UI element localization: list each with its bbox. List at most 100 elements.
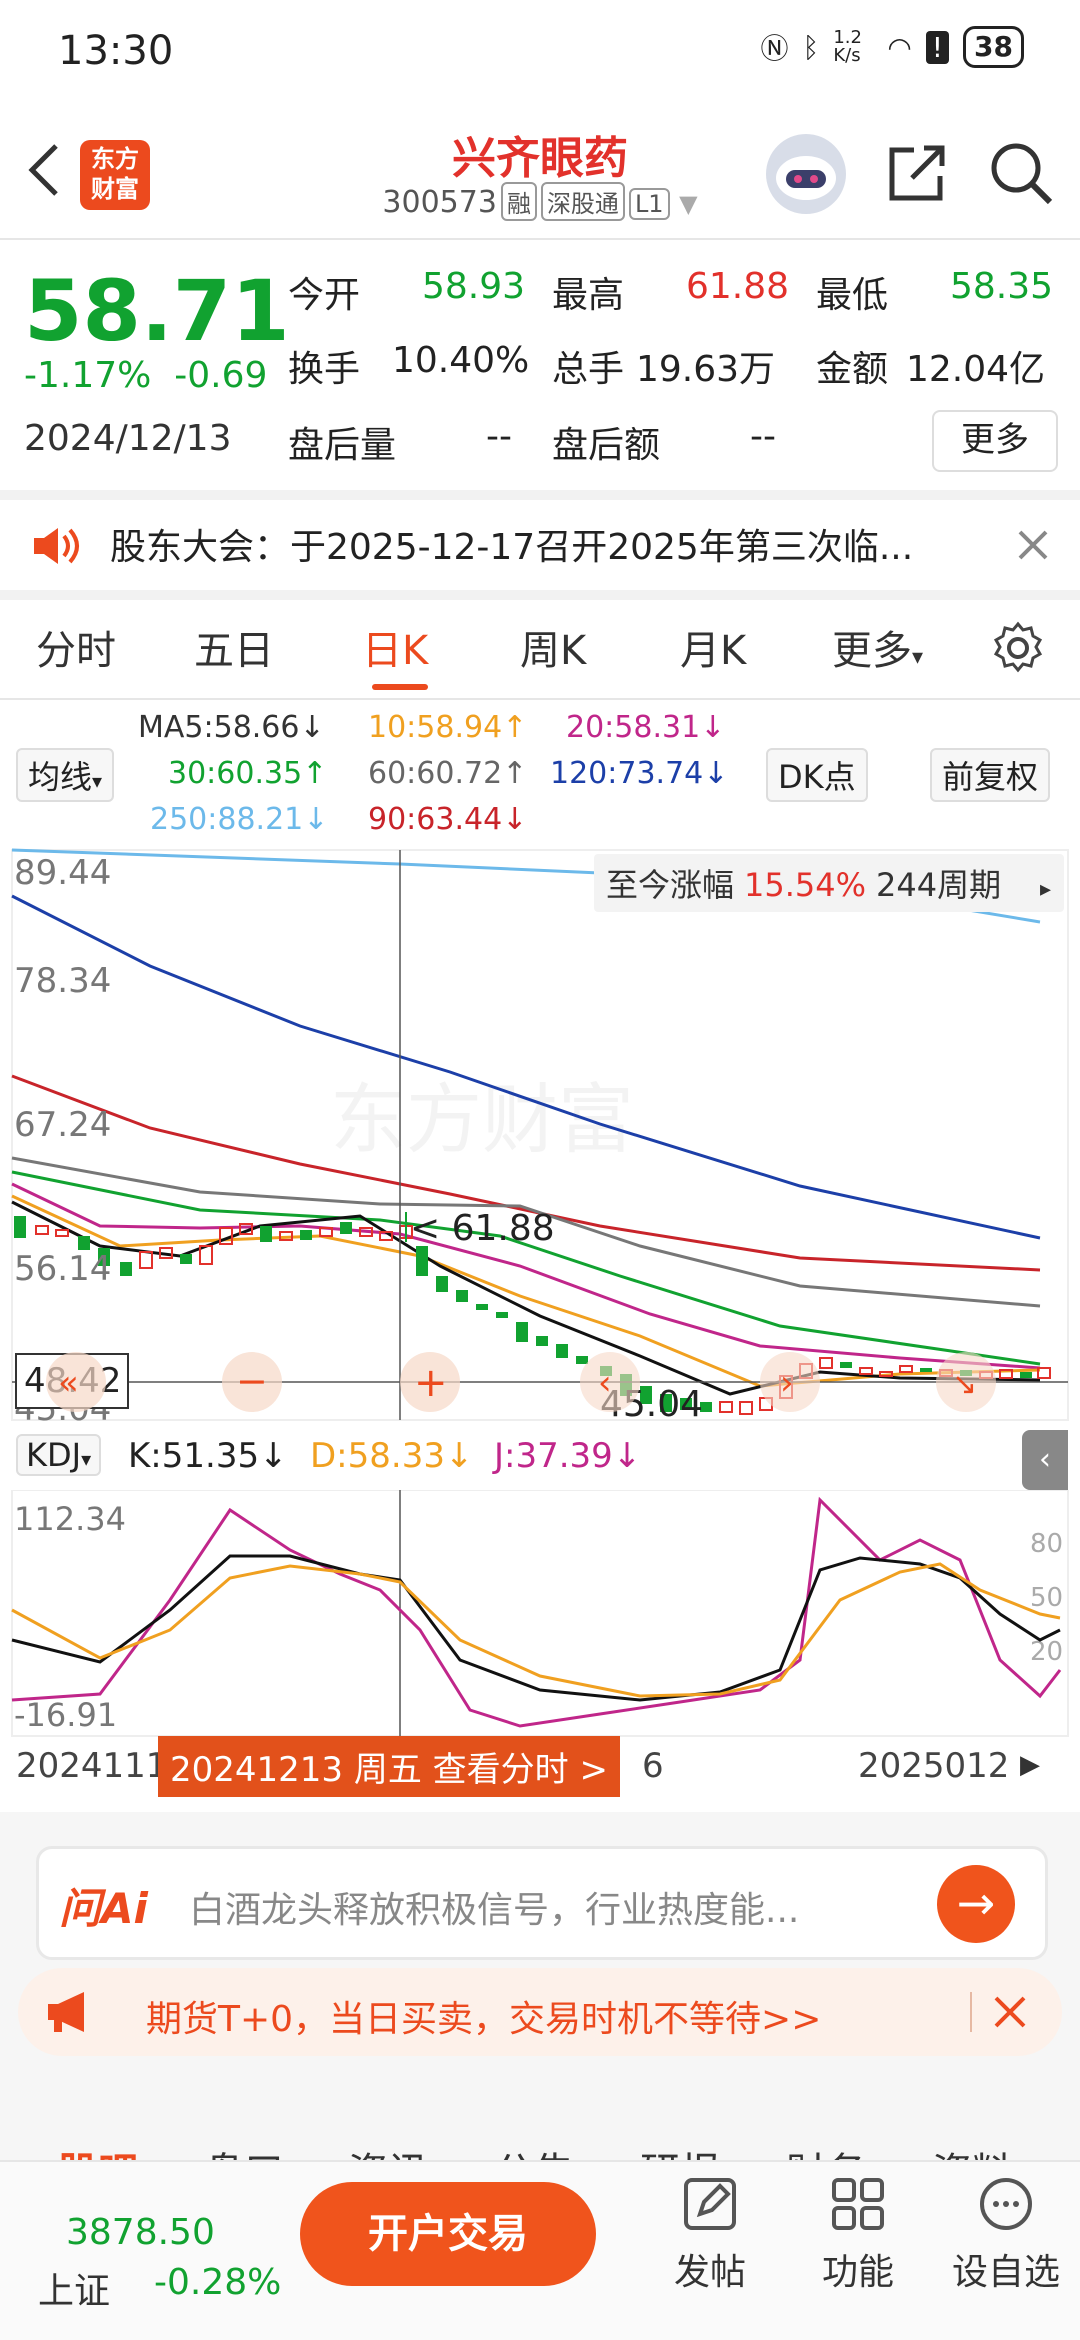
- double-chevron-left-icon: «: [58, 1363, 79, 1403]
- share-icon[interactable]: [884, 140, 950, 206]
- low-label: 最低: [816, 275, 889, 316]
- quote-date: 2024/12/13: [24, 418, 232, 459]
- tab-orderbook[interactable]: 盘口: [204, 2140, 284, 2160]
- tab-more-label: 更多: [832, 628, 912, 674]
- promo-banner[interactable]: 期货T+0，当日买卖，交易时机不等待>>: [18, 1968, 1062, 2056]
- plus-icon: +: [414, 1360, 448, 1406]
- chevron-right-icon[interactable]: ▶: [1020, 1750, 1040, 1780]
- assistant-avatar-icon[interactable]: [766, 134, 846, 214]
- tab-research[interactable]: 研报: [640, 2140, 720, 2160]
- tab-news[interactable]: 资讯: [348, 2140, 428, 2160]
- more-button[interactable]: 更多: [932, 410, 1058, 472]
- tab-forum[interactable]: 股吧: [58, 2140, 138, 2160]
- ma30-value: 30:60.35↑: [168, 756, 328, 791]
- net-speed: 1.2 K/s: [833, 27, 862, 66]
- notice-bar[interactable]: 股东大会：于2025-12-17召开2025年第三次临...: [0, 500, 1080, 590]
- tab-profile[interactable]: 资料: [932, 2140, 1012, 2160]
- bottom-bar: 3878.50 上证 -0.28% 开户交易 发帖 功能 设自选: [0, 2160, 1080, 2340]
- ai-submit-button[interactable]: →: [937, 1865, 1015, 1943]
- functions-button[interactable]: 功能: [798, 2174, 918, 2295]
- nfc-icon: Ⓝ: [760, 32, 789, 65]
- ma-selector[interactable]: 均线▾: [16, 748, 115, 802]
- tag-margin: 融: [500, 182, 537, 221]
- status-bar: 13:30 Ⓝ ᛒ 1.2 K/s ◠ ! 38: [0, 0, 1080, 100]
- divider: [0, 698, 1080, 700]
- kdj-y-bottom: -16.91: [14, 1696, 117, 1734]
- add-watchlist-label: 设自选: [951, 2252, 1060, 2293]
- promo-text: 期货T+0，当日买卖，交易时机不等待>>: [146, 1999, 822, 2040]
- speaker-icon: [34, 528, 79, 564]
- open-account-button[interactable]: 开户交易: [300, 2182, 596, 2286]
- tab-monthly-k[interactable]: 月K: [680, 618, 746, 676]
- chevron-down-icon: ▼: [679, 190, 698, 218]
- dk-button[interactable]: DK点: [766, 748, 868, 802]
- ma250-value: 250:88.21↓: [150, 802, 329, 837]
- add-watchlist-button[interactable]: 设自选: [946, 2174, 1066, 2295]
- caret-down-icon: ▾: [92, 769, 103, 793]
- tab-weekly-k[interactable]: 周K: [520, 618, 586, 676]
- y-label: 89.44: [14, 853, 111, 893]
- indicator-selector[interactable]: KDJ▾: [16, 1434, 102, 1476]
- adjust-button[interactable]: 前复权: [930, 748, 1051, 802]
- close-icon[interactable]: [992, 1994, 1028, 2030]
- stock-code: 300573: [382, 185, 497, 220]
- tab-financials[interactable]: 财务: [786, 2140, 866, 2160]
- divider: [0, 2160, 1080, 2162]
- tab-daily-k[interactable]: 日K: [362, 618, 428, 676]
- price-change: -1.17% -0.69: [24, 355, 267, 396]
- tag-connect: 深股通: [540, 182, 625, 221]
- index-value[interactable]: 3878.50: [66, 2212, 215, 2253]
- chevron-right-icon: ›: [780, 1363, 794, 1403]
- search-icon[interactable]: [988, 140, 1054, 206]
- tab-intraday[interactable]: 分时: [36, 618, 116, 676]
- tag-level: L1: [628, 188, 670, 220]
- after-vol-value: --: [486, 416, 512, 457]
- high-label: 最高: [552, 275, 625, 316]
- kdj-ref-80: 80: [1030, 1529, 1063, 1559]
- amount-value: 12.04亿: [906, 349, 1046, 390]
- more-dots-icon: [980, 2178, 1032, 2230]
- indicator-selector-label: KDJ: [26, 1436, 82, 1474]
- ai-search-bar[interactable]: 问Ai 白酒龙头释放积极信号，行业热度能... →: [36, 1846, 1048, 1960]
- ma90-value: 90:63.44↓: [368, 802, 528, 837]
- range-badge-text: 至今涨幅 15.54% 244周期: [606, 866, 1001, 904]
- after-amt-label: 盘后额: [552, 425, 661, 466]
- gear-icon[interactable]: [990, 620, 1046, 676]
- turnover-value: 10.40%: [392, 340, 530, 381]
- ma20-value: 20:58.31↓: [566, 710, 726, 745]
- post-button[interactable]: 发帖: [650, 2174, 770, 2295]
- kdj-y-top: 112.34: [14, 1500, 126, 1538]
- high-marker-value: 61.88: [452, 1208, 555, 1249]
- arrow-down-right-icon: ↘: [952, 1367, 977, 1402]
- period-tabs: 分时 五日 日K 周K 月K 更多▾: [0, 600, 1080, 700]
- tab-announcements[interactable]: 公告: [494, 2140, 574, 2160]
- kdj-d-value: D:58.33↓: [310, 1436, 474, 1476]
- turnover-label: 换手: [288, 349, 361, 390]
- kdj-ref-20: 20: [1030, 1637, 1063, 1667]
- x-axis-end: 2025012: [858, 1746, 1010, 1786]
- index-change[interactable]: -0.28%: [154, 2262, 281, 2303]
- amount-label: 金额: [816, 349, 889, 390]
- last-price: 58.71: [24, 262, 290, 360]
- section-tabs: 股吧 盘口 资讯 公告 研报 财务 资料: [0, 2116, 1080, 2160]
- kline-chart[interactable]: 东方财富 89.44 78.34 67.24 56.14 < 61.88 45.…: [0, 846, 1080, 1426]
- x-axis-start: 2024111: [16, 1746, 168, 1786]
- battery-icon: 38: [963, 26, 1024, 68]
- after-vol-label: 盘后量: [288, 425, 397, 466]
- kdj-chart[interactable]: 112.34 -16.91 80 50 20: [0, 1490, 1080, 1740]
- minus-icon: −: [236, 1359, 268, 1403]
- notice-text: 股东大会：于2025-12-17召开2025年第三次临...: [110, 527, 914, 568]
- open-label: 今开: [288, 275, 361, 316]
- side-panel-toggle[interactable]: ‹: [1022, 1430, 1068, 1490]
- stock-header: 东方财富 兴齐眼药 300573 融深股通 L1 ▼: [0, 110, 1080, 240]
- index-name[interactable]: 上证: [38, 2262, 110, 2314]
- divider: [0, 490, 1080, 500]
- change-pct: -1.17%: [24, 355, 152, 396]
- ai-brand: 问Ai: [59, 1884, 148, 1933]
- range-label: 至今涨幅: [606, 866, 734, 904]
- close-icon[interactable]: [1016, 528, 1050, 562]
- tab-more[interactable]: 更多▾: [832, 618, 923, 676]
- tab-five-day[interactable]: 五日: [194, 618, 274, 676]
- date-tooltip[interactable]: 20241213 周五 查看分时 >: [158, 1736, 620, 1797]
- x-axis-mid: 6: [642, 1746, 664, 1786]
